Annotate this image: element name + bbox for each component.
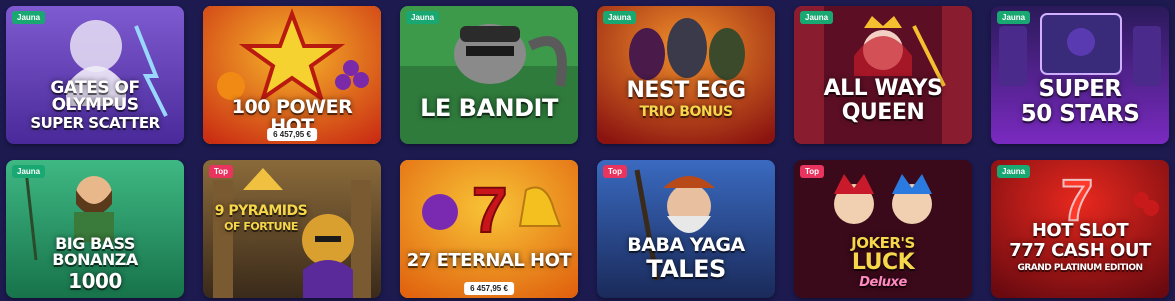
new-badge: Jauna (603, 11, 637, 24)
new-badge: Jauna (406, 11, 440, 24)
game-title-line: GRAND PLATINUM EDITION (1017, 263, 1143, 273)
top-badge: Top (209, 165, 234, 178)
game-title-line: ALL WAYS (823, 76, 943, 101)
game-title-line: 1000 (68, 269, 122, 293)
game-tile-27-eternal-hot[interactable]: 7 27 ETERNAL HOT 6 457,95 € (400, 160, 578, 298)
svg-text:7: 7 (472, 174, 508, 246)
jackpot-amount: 6 457,95 € (464, 282, 514, 295)
game-title-line: Deluxe (859, 275, 907, 290)
jackpot-amount: 6 457,95 € (267, 128, 317, 141)
game-title: HOT SLOT 777 CASH OUT GRAND PLATINUM EDI… (995, 222, 1165, 273)
game-tile-baba-yaga-tales[interactable]: Top BABA YAGA TALES (597, 160, 775, 298)
game-title-line: GATES OF OLYMPUS (50, 78, 140, 115)
game-tile-super-50-stars[interactable]: Jauna SUPER 50 STARS (991, 6, 1169, 144)
game-title-line: QUEEN (841, 100, 925, 125)
new-badge: Jauna (997, 11, 1031, 24)
game-tile-jokers-luck-deluxe[interactable]: Top JOKER'S LUCK Deluxe (794, 160, 972, 298)
game-title-line: SUPER SCATTER (30, 114, 160, 132)
game-title: JOKER'S LUCK Deluxe (798, 234, 968, 290)
game-title-line: JOKER'S (851, 234, 915, 252)
top-badge: Top (800, 165, 825, 178)
game-title: LE BANDIT (404, 96, 574, 120)
game-title-line: TRIO BONUS (639, 104, 733, 120)
game-title: 27 ETERNAL HOT (404, 252, 574, 270)
game-title-line: LE BANDIT (420, 94, 558, 122)
game-title-line: 9 PYRAMIDS (214, 203, 308, 219)
game-title: 9 PYRAMIDS OF FORTUNE (211, 204, 311, 232)
new-badge: Jauna (12, 165, 46, 178)
top-badge: Top (603, 165, 628, 178)
game-title-line: OF FORTUNE (224, 220, 298, 233)
game-title-line: 50 STARS (1020, 101, 1140, 127)
game-title: BIG BASS BONANZA 1000 (10, 234, 180, 293)
game-title: SUPER 50 STARS (995, 78, 1165, 126)
games-grid: Jauna GATES OF OLYMPUS SUPER SCATTER 100… (0, 0, 1175, 301)
game-title-line: TALES (646, 255, 726, 283)
game-title-line: SUPER (1038, 76, 1122, 102)
game-tile-gates-of-olympus[interactable]: Jauna GATES OF OLYMPUS SUPER SCATTER (6, 6, 184, 144)
game-art: 7 (400, 160, 578, 298)
game-title-line: 27 ETERNAL HOT (406, 250, 572, 271)
game-tile-100-power-hot[interactable]: 100 POWER HOT 6 457,95 € (203, 6, 381, 144)
game-title: ALL WAYS QUEEN (798, 78, 968, 124)
new-badge: Jauna (997, 165, 1031, 178)
game-title-line: BIG BASS BONANZA (52, 234, 138, 269)
game-tile-le-bandit[interactable]: Jauna LE BANDIT (400, 6, 578, 144)
game-art (597, 6, 775, 144)
new-badge: Jauna (800, 11, 834, 24)
game-tile-all-ways-queen[interactable]: Jauna ALL WAYS QUEEN (794, 6, 972, 144)
game-title-line: BABA YAGA (627, 234, 745, 256)
game-tile-big-bass-bonanza[interactable]: Jauna BIG BASS BONANZA 1000 (6, 160, 184, 298)
game-title-line: NEST EGG (626, 78, 746, 103)
game-title-line: HOT SLOT (1031, 220, 1129, 241)
game-tile-9-pyramids-of-fortune[interactable]: Top 9 PYRAMIDS OF FORTUNE (203, 160, 381, 298)
game-tile-hot-slot-777-cash-out[interactable]: 7 Jauna HOT SLOT 777 CASH OUT GRAND PLAT… (991, 160, 1169, 298)
game-title: BABA YAGA TALES (601, 234, 771, 283)
game-title: GATES OF OLYMPUS SUPER SCATTER (10, 80, 180, 131)
game-title-line: LUCK (851, 250, 915, 275)
game-art (400, 6, 578, 144)
game-title-line: 777 CASH OUT (1009, 240, 1151, 261)
new-badge: Jauna (12, 11, 46, 24)
game-tile-nest-egg[interactable]: Jauna NEST EGG TRIO BONUS (597, 6, 775, 144)
game-title: NEST EGG TRIO BONUS (601, 78, 771, 120)
